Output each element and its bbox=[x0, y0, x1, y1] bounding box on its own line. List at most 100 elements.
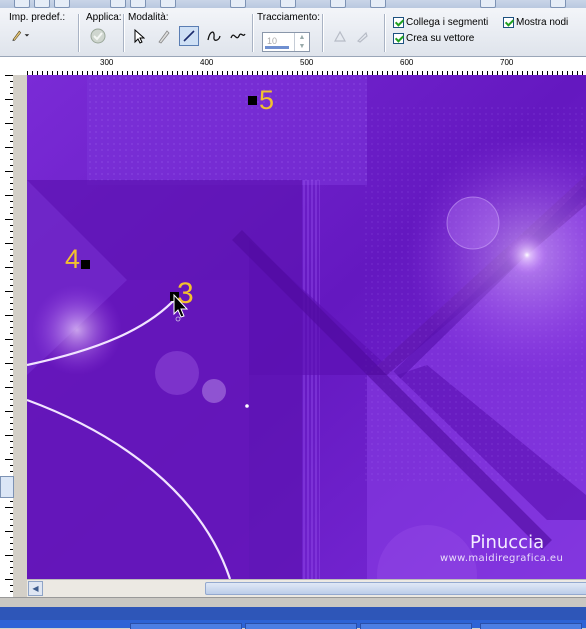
toolbar-icon[interactable] bbox=[480, 0, 496, 8]
side-tab[interactable] bbox=[0, 476, 14, 498]
pen-tool-icon bbox=[12, 30, 30, 42]
path-node[interactable] bbox=[248, 96, 257, 105]
ruler-tick bbox=[5, 315, 13, 316]
ruler-tick bbox=[5, 411, 13, 412]
ruler-tick bbox=[5, 123, 13, 124]
break-path-button[interactable] bbox=[352, 26, 372, 46]
ruler-tick bbox=[5, 243, 13, 244]
ruler-label: 600 bbox=[400, 58, 414, 67]
taskbar-button[interactable] bbox=[360, 623, 472, 629]
tracking-slider-bar[interactable] bbox=[265, 46, 289, 49]
preset-dropdown[interactable] bbox=[10, 25, 30, 45]
image-canvas[interactable]: 5 4 3 Pinuccia www.maidiregrafica.eu bbox=[27, 75, 586, 579]
ruler-tick bbox=[5, 531, 13, 532]
point-label-5: 5 bbox=[259, 85, 275, 115]
watermark-url: www.maidiregrafica.eu bbox=[440, 553, 564, 564]
ruler-tick bbox=[5, 99, 13, 100]
ruler-tick bbox=[5, 339, 13, 340]
apply-button[interactable] bbox=[88, 26, 108, 46]
window-frame-bottom bbox=[0, 607, 586, 620]
stepper-arrows[interactable]: ▲ ▼ bbox=[294, 33, 309, 51]
ruler-tick bbox=[5, 147, 13, 148]
vertical-ruler bbox=[0, 75, 14, 600]
toolbar-separator bbox=[78, 14, 80, 52]
knife-icon bbox=[356, 31, 368, 43]
mode-bezier-button[interactable] bbox=[204, 26, 224, 46]
ruler-tick bbox=[5, 579, 13, 580]
top-toolbar-strip bbox=[0, 0, 586, 8]
toolbar-separator bbox=[123, 14, 125, 52]
point-label-4: 4 bbox=[65, 244, 81, 274]
tool-options-bar: Imp. predef.: Applica: Modalità: Traccia… bbox=[0, 8, 586, 57]
ruler-tick bbox=[5, 435, 13, 436]
horizontal-ruler: 300 400 500 600 700 bbox=[0, 57, 586, 76]
ruler-tick bbox=[5, 387, 13, 388]
triangle-icon bbox=[333, 30, 347, 42]
arrow-select-icon bbox=[134, 28, 145, 44]
apply-check-icon bbox=[90, 28, 106, 44]
toolbar-icon[interactable] bbox=[280, 0, 296, 8]
tracking-stepper[interactable]: 10 ▲ ▼ bbox=[262, 32, 310, 52]
mode-pen-button[interactable] bbox=[154, 26, 174, 46]
create-vector-label: Crea su vettore bbox=[406, 33, 475, 44]
ruler-tick bbox=[5, 75, 13, 76]
taskbar-button[interactable] bbox=[130, 623, 242, 629]
ruler-label: 400 bbox=[200, 58, 214, 67]
connect-segments-checkbox[interactable]: Collega i segmenti bbox=[393, 17, 488, 28]
taskbar-button[interactable] bbox=[480, 623, 582, 629]
ruler-tick bbox=[5, 459, 13, 460]
freehand-icon bbox=[230, 33, 246, 39]
artwork bbox=[27, 75, 586, 579]
path-node[interactable] bbox=[81, 260, 90, 269]
toolbar-icon[interactable] bbox=[370, 0, 386, 8]
checkbox-checked-icon bbox=[503, 17, 514, 28]
toolbar-icon[interactable] bbox=[34, 0, 50, 8]
tracking-value: 10 bbox=[267, 36, 278, 46]
tracking-label: Tracciamento: bbox=[257, 12, 320, 23]
scroll-thumb[interactable] bbox=[205, 582, 586, 595]
toolbar-icon[interactable] bbox=[14, 0, 30, 8]
palette-strip bbox=[0, 75, 28, 600]
show-nodes-label: Mostra nodi bbox=[516, 17, 569, 28]
line-icon bbox=[183, 30, 195, 42]
ruler-label: 300 bbox=[100, 58, 114, 67]
ruler-tick bbox=[5, 195, 13, 196]
toolbar-icon[interactable] bbox=[160, 0, 176, 8]
mode-label: Modalità: bbox=[128, 12, 169, 23]
bezier-icon bbox=[207, 31, 221, 41]
mode-freehand-button[interactable] bbox=[228, 26, 248, 46]
checkbox-checked-icon bbox=[393, 17, 404, 28]
show-nodes-checkbox[interactable]: Mostra nodi bbox=[503, 17, 568, 28]
ruler-label: 700 bbox=[500, 58, 514, 67]
toolbar-separator bbox=[252, 14, 254, 52]
scroll-left-button[interactable]: ◀ bbox=[28, 581, 43, 596]
ruler-tick bbox=[5, 267, 13, 268]
taskbar-button[interactable] bbox=[245, 623, 357, 629]
ruler-label: 500 bbox=[300, 58, 314, 67]
ruler-tick bbox=[5, 507, 13, 508]
ruler-tick bbox=[5, 291, 13, 292]
toolbar-icon[interactable] bbox=[130, 0, 146, 8]
horizontal-scrollbar[interactable]: ◀ bbox=[27, 579, 586, 597]
create-vector-checkbox[interactable]: Crea su vettore bbox=[393, 33, 474, 44]
watermark-title: Pinuccia bbox=[470, 532, 545, 553]
pen-icon bbox=[158, 30, 170, 44]
mode-line-button[interactable] bbox=[179, 26, 199, 46]
toolbar-icon[interactable] bbox=[330, 0, 346, 8]
ruler-tick bbox=[5, 219, 13, 220]
mouse-cursor-icon bbox=[173, 294, 189, 322]
toolbar-separator bbox=[322, 14, 324, 52]
connect-segments-label: Collega i segmenti bbox=[406, 17, 489, 28]
checkbox-checked-icon bbox=[393, 33, 404, 44]
toolbar-icon[interactable] bbox=[54, 0, 70, 8]
ruler-tick bbox=[5, 555, 13, 556]
ruler-tick bbox=[5, 363, 13, 364]
ruler-tick bbox=[5, 171, 13, 172]
toolbar-separator bbox=[384, 14, 386, 52]
close-path-button[interactable] bbox=[330, 26, 350, 46]
mode-edit-button[interactable] bbox=[128, 26, 148, 46]
toolbar-icon[interactable] bbox=[230, 0, 246, 8]
toolbar-icon[interactable] bbox=[550, 0, 566, 8]
toolbar-icon[interactable] bbox=[110, 0, 126, 8]
preset-label: Imp. predef.: bbox=[9, 12, 66, 23]
